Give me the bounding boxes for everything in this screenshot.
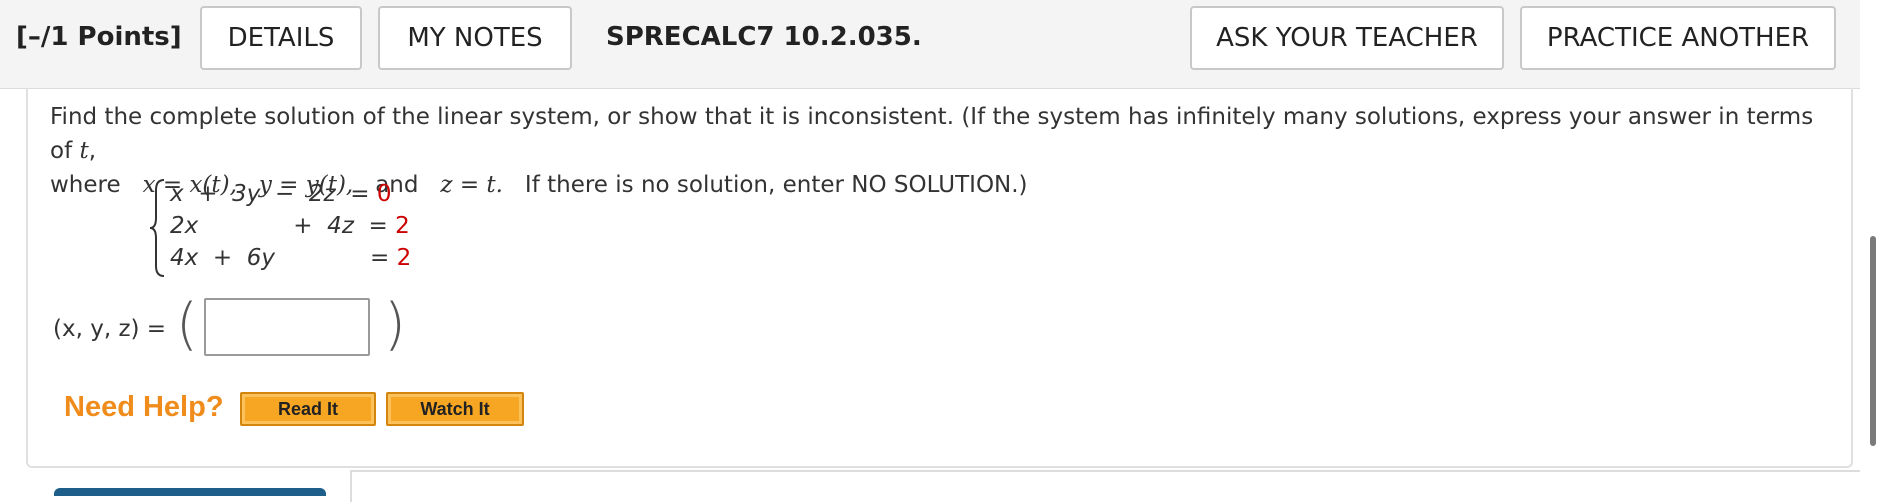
scrollbar-thumb[interactable] — [1870, 236, 1876, 446]
question-line-1: Find the complete solution of the linear… — [50, 104, 1814, 164]
read-it-button[interactable]: Read It — [240, 392, 376, 426]
equation-row-3-rhs: 2 — [396, 245, 412, 271]
need-help-label: Need Help? — [64, 391, 224, 423]
answer-label: (x, y, z) = — [53, 316, 167, 342]
equation-row-2: 2x + 4z = 2 — [170, 213, 410, 239]
right-paren: ) — [384, 292, 406, 357]
equation-row-1-rhs: 0 — [376, 181, 392, 207]
practice-another-button[interactable]: PRACTICE ANOTHER — [1520, 6, 1836, 70]
equation-row-2-rhs: 2 — [395, 213, 410, 239]
question-header: [–/1 Points] DETAILS MY NOTES SPRECALC7 … — [0, 0, 1860, 89]
left-paren: ( — [176, 292, 198, 357]
equation-row-1: x + 3y − 2z = 0 — [170, 181, 392, 207]
answer-input[interactable] — [204, 298, 370, 356]
my-notes-button[interactable]: MY NOTES — [378, 6, 572, 70]
left-brace-icon — [149, 179, 165, 277]
watch-it-button[interactable]: Watch It — [386, 392, 524, 426]
ask-your-teacher-button[interactable]: ASK YOUR TEACHER — [1190, 6, 1504, 70]
next-panel-partial — [350, 470, 1862, 502]
linear-system: x + 3y − 2z = 0 2x + 4z = 2 4x + 6y = 2 — [148, 178, 412, 278]
scrollbar[interactable] — [1860, 0, 1882, 493]
question-id: SPRECALC7 10.2.035. — [606, 22, 922, 52]
details-button[interactable]: DETAILS — [200, 6, 362, 70]
submit-button-partial[interactable] — [54, 488, 326, 496]
points-label: [–/1 Points] — [16, 22, 182, 52]
equation-row-3: 4x + 6y = 2 — [170, 245, 412, 271]
